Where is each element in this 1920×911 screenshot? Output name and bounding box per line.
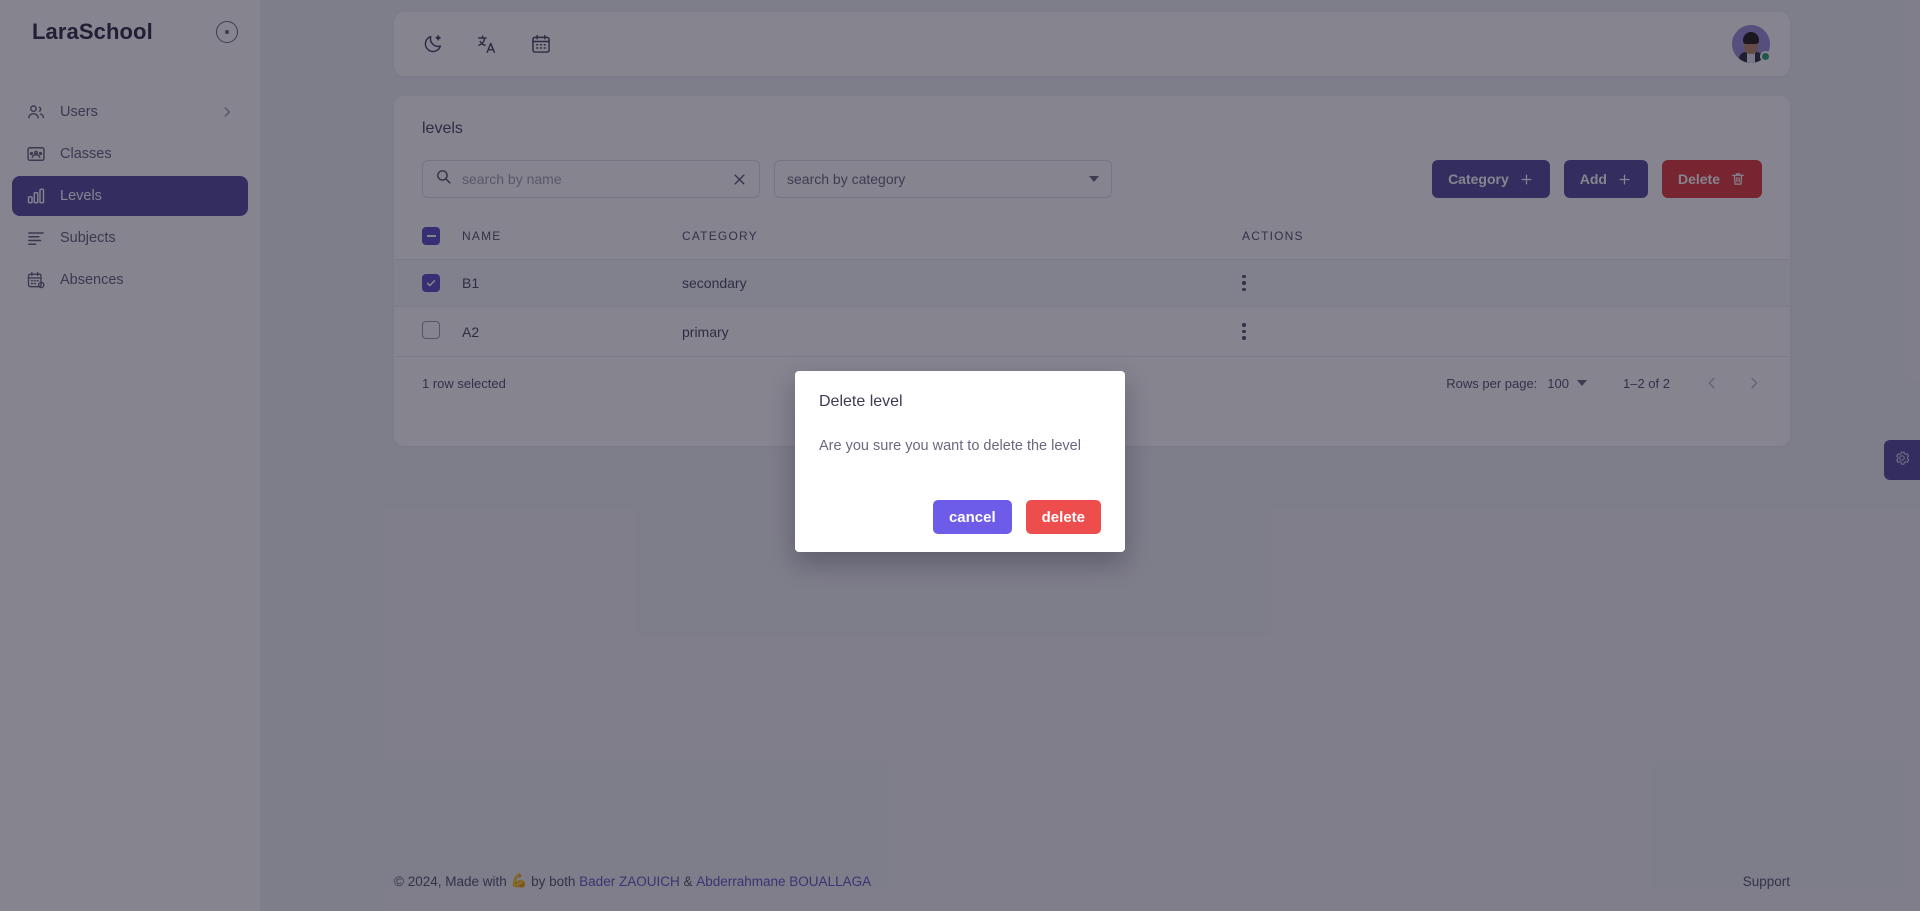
dialog-actions: cancel delete xyxy=(819,500,1101,534)
application-root: LaraSchool Users xyxy=(0,0,1920,911)
confirm-delete-button[interactable]: delete xyxy=(1025,500,1101,534)
dialog-message: Are you sure you want to delete the leve… xyxy=(819,438,1081,454)
cancel-button[interactable]: cancel xyxy=(932,500,1012,534)
dialog-title: Delete level xyxy=(819,393,903,410)
delete-level-dialog: Delete level Are you sure you want to de… xyxy=(795,371,1125,552)
